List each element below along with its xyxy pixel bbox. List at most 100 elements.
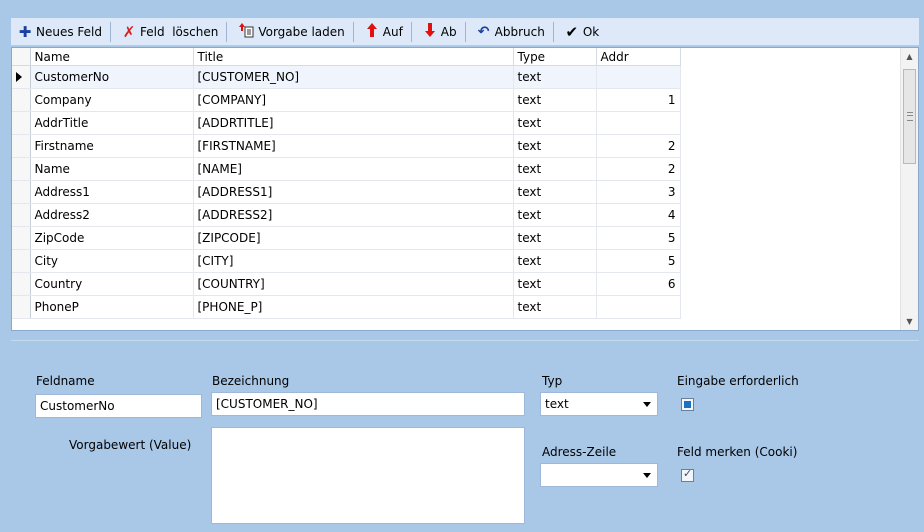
cell-type[interactable]: text [513, 295, 597, 319]
cell-addr[interactable]: 1 [596, 88, 681, 112]
cell-addr[interactable] [596, 65, 681, 89]
table-row[interactable]: CustomerNo [CUSTOMER_NO] text [12, 65, 681, 89]
move-down-label: Ab [440, 24, 457, 39]
address-line-select[interactable] [540, 463, 658, 487]
table-row[interactable]: PhoneP [PHONE_P] text [12, 295, 681, 319]
table-row[interactable]: Firstname [FIRSTNAME] text 2 [12, 134, 681, 158]
move-down-button[interactable]: Ab [418, 21, 461, 43]
table-row[interactable]: Country [COUNTRY] text 6 [12, 272, 681, 296]
row-indicator[interactable] [12, 88, 31, 112]
cell-title[interactable]: [CUSTOMER_NO] [193, 65, 514, 89]
cell-addr[interactable]: 4 [596, 203, 681, 227]
cell-name[interactable]: Address1 [30, 180, 194, 204]
column-header-name[interactable]: Name [30, 48, 194, 66]
cell-name[interactable]: Firstname [30, 134, 194, 158]
new-field-button[interactable]: ✚ Neues Feld [13, 21, 106, 43]
cell-addr[interactable]: 5 [596, 249, 681, 273]
cell-title[interactable]: [NAME] [193, 157, 514, 181]
cell-title[interactable]: [ADDRESS1] [193, 180, 514, 204]
undo-icon: ↶ [477, 23, 490, 40]
row-indicator[interactable] [12, 157, 31, 181]
row-indicator[interactable] [12, 65, 31, 89]
cell-name[interactable]: Country [30, 272, 194, 296]
cell-type[interactable]: text [513, 111, 597, 135]
cell-name[interactable]: Company [30, 88, 194, 112]
remember-checkbox[interactable] [681, 467, 694, 482]
column-header-title[interactable]: Title [193, 48, 514, 66]
cell-title[interactable]: [CITY] [193, 249, 514, 273]
cell-name[interactable]: City [30, 249, 194, 273]
default-value-textarea[interactable] [211, 427, 525, 524]
vertical-scrollbar[interactable]: ▲ ▼ [900, 48, 918, 330]
designation-label: Bezeichnung [212, 374, 290, 388]
scroll-up-arrow-icon[interactable]: ▲ [901, 48, 918, 65]
scroll-down-arrow-icon[interactable]: ▼ [901, 313, 918, 330]
cell-title[interactable]: [FIRSTNAME] [193, 134, 514, 158]
cell-name[interactable]: AddrTitle [30, 111, 194, 135]
cell-type[interactable]: text [513, 65, 597, 89]
cell-type[interactable]: text [513, 157, 597, 181]
cell-type[interactable]: text [513, 180, 597, 204]
cell-name[interactable]: ZipCode [30, 226, 194, 250]
cell-addr[interactable]: 5 [596, 226, 681, 250]
table-row[interactable]: City [CITY] text 5 [12, 249, 681, 273]
row-indicator[interactable] [12, 203, 31, 227]
cell-title[interactable]: [ADDRESS2] [193, 203, 514, 227]
move-up-button[interactable]: Auf [360, 21, 407, 43]
scrollbar-thumb[interactable] [903, 69, 916, 164]
cell-addr[interactable]: 2 [596, 157, 681, 181]
chevron-down-icon [643, 402, 651, 407]
toolbar-separator [352, 21, 354, 42]
cell-title[interactable]: [ADDRTITLE] [193, 111, 514, 135]
cell-title[interactable]: [COMPANY] [193, 88, 514, 112]
new-field-label: Neues Feld [36, 24, 102, 39]
cell-title[interactable]: [COUNTRY] [193, 272, 514, 296]
ok-button[interactable]: ✔ Ok [560, 21, 603, 43]
type-select[interactable]: text [540, 392, 658, 416]
cell-name[interactable]: PhoneP [30, 295, 194, 319]
designation-input[interactable]: [CUSTOMER_NO] [211, 392, 525, 416]
fieldname-input[interactable]: CustomerNo [35, 394, 202, 418]
row-indicator[interactable] [12, 111, 31, 135]
required-checkbox[interactable] [681, 398, 694, 411]
plus-icon: ✚ [18, 22, 32, 41]
cell-type[interactable]: text [513, 272, 597, 296]
row-indicator[interactable] [12, 226, 31, 250]
cell-name[interactable]: Address2 [30, 203, 194, 227]
cell-type[interactable]: text [513, 134, 597, 158]
column-header-type[interactable]: Type [513, 48, 597, 66]
table-row[interactable]: Address2 [ADDRESS2] text 4 [12, 203, 681, 227]
row-indicator[interactable] [12, 134, 31, 158]
load-template-icon [237, 22, 255, 41]
delete-field-button[interactable]: ✗ Feld löschen [117, 21, 222, 43]
cell-type[interactable]: text [513, 249, 597, 273]
table-row[interactable]: Name [NAME] text 2 [12, 157, 681, 181]
cell-addr[interactable]: 3 [596, 180, 681, 204]
toolbar-separator [226, 21, 228, 42]
table-row[interactable]: ZipCode [ZIPCODE] text 5 [12, 226, 681, 250]
load-default-button[interactable]: Vorgabe laden [233, 21, 348, 43]
row-indicator[interactable] [12, 272, 31, 296]
column-header-addr[interactable]: Addr [596, 48, 681, 66]
cell-name[interactable]: Name [30, 157, 194, 181]
cell-name[interactable]: CustomerNo [30, 65, 194, 89]
table-row[interactable]: Company [COMPANY] text 1 [12, 88, 681, 112]
cell-addr[interactable] [596, 295, 681, 319]
cell-type[interactable]: text [513, 88, 597, 112]
cell-addr[interactable]: 2 [596, 134, 681, 158]
field-edit-panel: Feldname CustomerNo Bezeichnung [CUSTOME… [11, 340, 919, 532]
cell-addr[interactable]: 6 [596, 272, 681, 296]
table-row[interactable]: AddrTitle [ADDRTITLE] text [12, 111, 681, 135]
cell-addr[interactable] [596, 111, 681, 135]
move-up-label: Auf [382, 24, 403, 39]
cancel-button[interactable]: ↶ Abbruch [472, 21, 549, 43]
cell-title[interactable]: [PHONE_P] [193, 295, 514, 319]
cell-title[interactable]: [ZIPCODE] [193, 226, 514, 250]
table-row[interactable]: Address1 [ADDRESS1] text 3 [12, 180, 681, 204]
cell-type[interactable]: text [513, 226, 597, 250]
row-indicator[interactable] [12, 180, 31, 204]
row-indicator[interactable] [12, 295, 31, 319]
cell-type[interactable]: text [513, 203, 597, 227]
row-indicator[interactable] [12, 249, 31, 273]
toolbar-separator [410, 21, 412, 42]
